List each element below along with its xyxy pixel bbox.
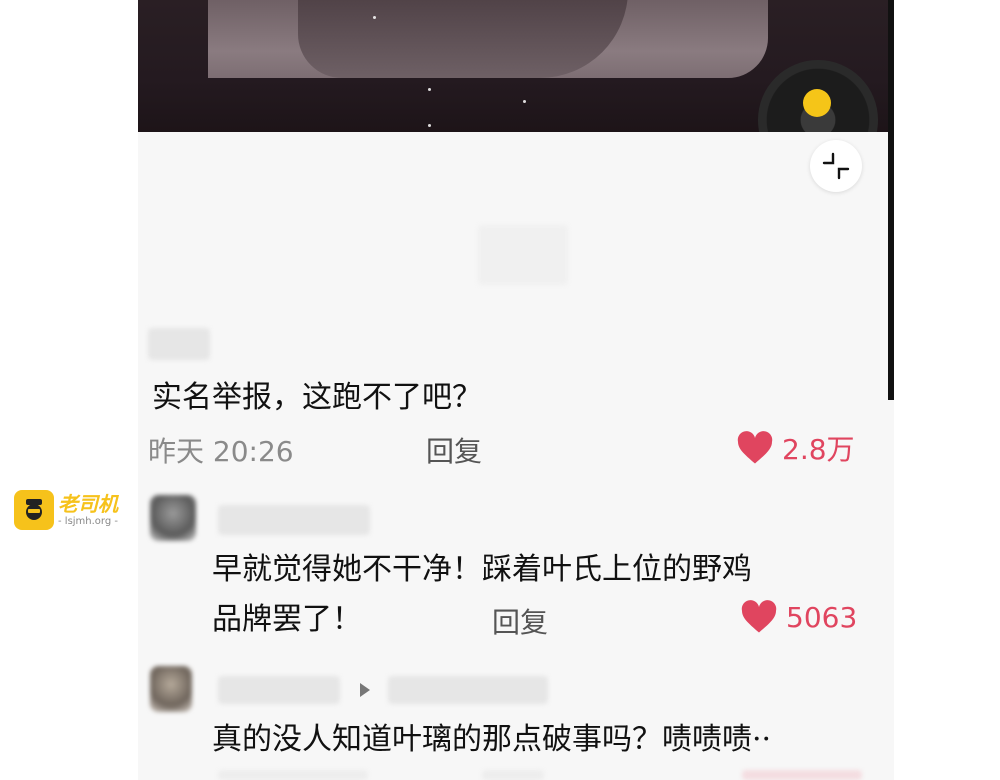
device-edge bbox=[888, 0, 894, 400]
comment-meta-partial bbox=[218, 770, 368, 780]
comment-text: 实名举报，这跑不了吧？ bbox=[152, 380, 482, 415]
heart-icon bbox=[737, 431, 773, 464]
comment-text-line1: 早就觉得她不干净！踩着叶氏上位的野鸡 bbox=[212, 552, 752, 587]
like-count: 2.8万 bbox=[782, 433, 855, 466]
like-button-partial[interactable] bbox=[742, 770, 862, 780]
collapse-icon bbox=[822, 152, 850, 180]
video-player[interactable] bbox=[138, 0, 894, 132]
reply-button-partial[interactable] bbox=[482, 770, 544, 780]
username-blurred bbox=[148, 328, 210, 360]
reply-button[interactable]: 回复 bbox=[426, 430, 482, 470]
watermark-logo: 老司机 - lsjmh.org - bbox=[14, 490, 118, 530]
comment-text: 真的没人知道叶璃的那点破事吗？啧啧啧·· bbox=[212, 722, 772, 757]
collapse-button[interactable] bbox=[810, 140, 862, 192]
blurred-area bbox=[478, 225, 568, 285]
watermark-title: 老司机 bbox=[58, 491, 118, 516]
mascot-icon bbox=[14, 490, 54, 530]
like-button[interactable]: 2.8万 bbox=[736, 428, 855, 468]
reply-button[interactable]: 回复 bbox=[492, 601, 548, 641]
comment-time: 昨天 20:26 bbox=[148, 435, 294, 468]
sparkle bbox=[428, 88, 431, 91]
video-frame-figure bbox=[208, 0, 768, 78]
like-count: 5063 bbox=[786, 600, 858, 634]
username-blurred bbox=[218, 505, 370, 535]
comment-text-line2: 品牌罢了！ bbox=[212, 602, 362, 637]
sparkle bbox=[523, 100, 526, 103]
heart-icon bbox=[741, 600, 777, 633]
music-disc-center bbox=[803, 89, 831, 117]
reply-target-blurred bbox=[388, 676, 548, 704]
reply-arrow-icon bbox=[360, 683, 370, 697]
sparkle bbox=[373, 16, 376, 19]
phone-screen: 实名举报，这跑不了吧？ 昨天 20:26 回复 2.8万 早就觉得她不干净！踩着… bbox=[138, 0, 894, 780]
avatar[interactable] bbox=[150, 495, 196, 541]
avatar[interactable] bbox=[150, 666, 192, 712]
like-button[interactable]: 5063 bbox=[740, 600, 857, 634]
watermark-url: - lsjmh.org - bbox=[58, 515, 118, 527]
sparkle bbox=[428, 124, 431, 127]
username-blurred bbox=[218, 676, 340, 704]
